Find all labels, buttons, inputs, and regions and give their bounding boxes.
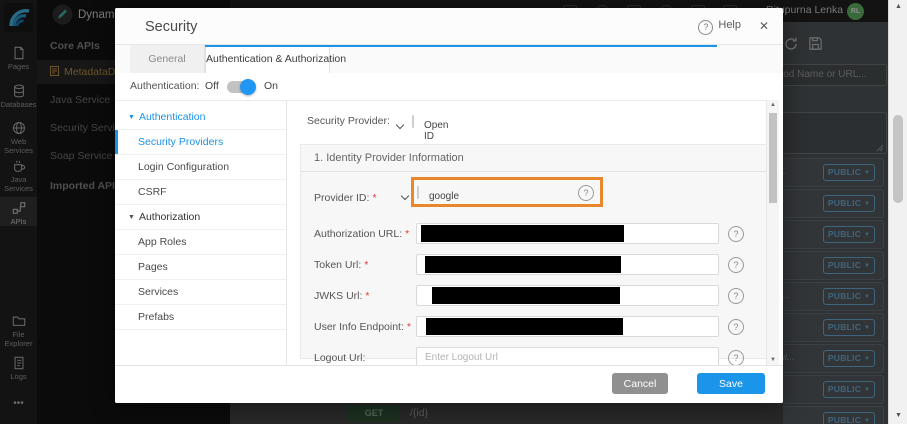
scrollbar-thumb[interactable]	[893, 115, 903, 203]
user-info-endpoint-row: User Info Endpoint:* ?	[301, 316, 766, 347]
help-icon[interactable]: ?	[728, 288, 744, 304]
highlight-box: google ?	[411, 177, 603, 207]
nav-group-authentication[interactable]: ▼Authentication	[115, 105, 286, 130]
dialog-title: Security	[145, 19, 197, 35]
field-label: Logout Url:	[314, 352, 365, 364]
redacted-value	[432, 287, 620, 304]
field-label: Token Url:*	[314, 259, 368, 271]
save-button[interactable]: Save	[697, 373, 765, 394]
authentication-toggle-row: Authentication: Off On	[115, 73, 783, 100]
identity-provider-section: 1. Identity Provider Information Provide…	[300, 144, 766, 359]
toggle-on-label: On	[264, 80, 278, 92]
token-url-row: Token Url:* ?	[301, 254, 766, 285]
nav-item-services[interactable]: Services	[115, 280, 286, 305]
authorization-url-row: Authorization URL:* ?	[301, 223, 766, 254]
chevron-down-icon	[396, 121, 404, 129]
authentication-label: Authentication:	[130, 80, 199, 92]
security-dialog: Security ?Help ✕ General Authentication …	[115, 8, 783, 403]
dialog-scrollbar[interactable]: ▲ ▼	[766, 100, 779, 365]
field-label: Provider ID:*	[314, 192, 377, 204]
nav-item-login-configuration[interactable]: Login Configuration	[115, 155, 286, 180]
cancel-button[interactable]: Cancel	[612, 373, 668, 394]
field-label: Authorization URL:*	[314, 228, 409, 240]
nav-item-pages[interactable]: Pages	[115, 255, 286, 280]
field-label: User Info Endpoint:*	[314, 321, 411, 333]
provider-id-select[interactable]: google	[417, 186, 419, 199]
page-scrollbar[interactable]: ▲ ▼	[888, 0, 907, 424]
help-icon[interactable]: ?	[728, 226, 744, 242]
dialog-footer: Cancel Save	[115, 365, 783, 403]
authentication-toggle[interactable]	[227, 81, 254, 93]
help-icon[interactable]: ?	[728, 350, 744, 365]
authorization-url-input[interactable]	[416, 223, 719, 244]
user-info-endpoint-input[interactable]	[416, 316, 719, 337]
field-label: JWKS Url:*	[314, 290, 370, 302]
security-provider-label: Security Provider:	[307, 115, 390, 127]
scroll-up-icon[interactable]: ▲	[767, 102, 779, 108]
redacted-value	[426, 318, 623, 335]
logout-url-input[interactable]: Enter Logout Url	[416, 347, 719, 365]
screen: Pages Databases Web Services Java Servic…	[0, 0, 907, 424]
triangle-down-icon: ▼	[128, 114, 135, 121]
triangle-down-icon: ▼	[128, 214, 135, 221]
jwks-url-input[interactable]	[416, 285, 719, 306]
nav-group-authorization[interactable]: ▼Authorization	[115, 205, 286, 230]
help-button[interactable]: ?Help	[698, 19, 741, 35]
scroll-down-icon[interactable]: ▼	[767, 357, 779, 363]
close-icon[interactable]: ✕	[759, 19, 769, 33]
redacted-value	[425, 256, 621, 273]
help-icon[interactable]: ?	[728, 319, 744, 335]
redacted-value	[421, 225, 624, 242]
nav-item-csrf[interactable]: CSRF	[115, 180, 286, 205]
dialog-header: Security ?Help ✕	[115, 8, 783, 45]
dialog-side-nav: ▼Authentication Security Providers Login…	[115, 100, 287, 365]
input-placeholder: Enter Logout Url	[425, 352, 498, 363]
dialog-tabbar: General Authentication & Authorization	[115, 45, 783, 73]
help-icon[interactable]: ?	[578, 185, 594, 201]
logout-url-row: Logout Url: Enter Logout Url ?	[301, 347, 766, 365]
chevron-down-icon	[401, 192, 409, 200]
scrollbar-thumb[interactable]	[769, 113, 777, 203]
tab-authentication-authorization[interactable]: Authentication & Authorization	[205, 47, 330, 73]
help-icon[interactable]: ?	[728, 257, 744, 273]
tab-general[interactable]: General	[130, 45, 205, 73]
help-icon: ?	[698, 20, 713, 35]
nav-item-security-providers[interactable]: Security Providers	[115, 130, 286, 155]
provider-id-row: Provider ID:* google ?	[301, 182, 766, 219]
toggle-knob	[240, 79, 256, 95]
token-url-input[interactable]	[416, 254, 719, 275]
toggle-off-label: Off	[205, 80, 219, 92]
provider-form: Security Provider: Open ID 1. Identity P…	[287, 100, 766, 365]
security-provider-select[interactable]: Open ID	[412, 115, 414, 128]
required-asterisk: *	[372, 192, 376, 204]
jwks-url-row: JWKS Url:* ?	[301, 285, 766, 316]
scroll-up-icon[interactable]: ▲	[889, 3, 907, 10]
scroll-down-icon[interactable]: ▼	[889, 412, 907, 419]
section-title: 1. Identity Provider Information	[301, 145, 766, 172]
nav-item-app-roles[interactable]: App Roles	[115, 230, 286, 255]
security-provider-row: Security Provider: Open ID	[287, 111, 766, 135]
nav-item-prefabs[interactable]: Prefabs	[115, 305, 286, 330]
